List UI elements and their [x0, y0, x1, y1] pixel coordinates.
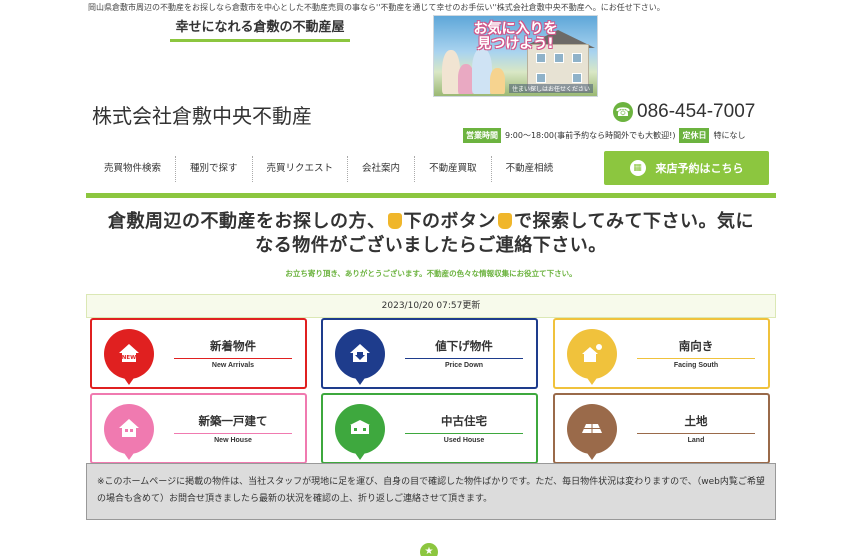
visit-reservation-button[interactable]: ▦ 来店予約はこちら [604, 151, 769, 185]
star-icon: ★ [420, 543, 438, 556]
category-title: 新着物件 [174, 338, 292, 359]
category-subtitle: Land [687, 437, 705, 444]
used-house-icon [335, 404, 385, 460]
nav-item-inheritance[interactable]: 不動産相続 [492, 156, 568, 182]
category-title: 中古住宅 [405, 413, 523, 434]
company-name[interactable]: 株式会社倉敷中央不動産 [92, 100, 312, 129]
category-subtitle: New Arrivals [211, 362, 255, 369]
update-timestamp: 2023/10/20 07:57更新 [86, 294, 776, 318]
pointing-hand-icon [387, 213, 402, 229]
category-land[interactable]: 土地 Land [553, 393, 770, 464]
site-tagline: 幸せになれる倉敷の不動産屋 [170, 16, 350, 42]
banner-text: お気に入りを 見つけよう! [473, 21, 558, 52]
calendar-icon: ▦ [629, 160, 646, 176]
page-subline: お立ち寄り頂き、ありがとうございます。不動産の色々な情報収集にお役立て下さい。 [285, 269, 577, 278]
category-new-arrivals[interactable]: NEW 新着物件 New Arrivals [90, 318, 307, 389]
phone-number: 086-454-7007 [637, 101, 756, 122]
svg-text:NEW: NEW [122, 355, 136, 361]
nav-item-request[interactable]: 売買リクエスト [253, 156, 349, 182]
category-new-house[interactable]: 新築一戸建て New House [90, 393, 307, 464]
nav-item-search[interactable]: 売買物件検索 [90, 156, 177, 182]
property-notice: ※このホームページに掲載の物件は、当社スタッフが現地に足を運び、自身の目で確認し… [86, 463, 776, 520]
category-title: 値下げ物件 [405, 338, 523, 359]
category-title: 新築一戸建て [174, 413, 292, 434]
category-subtitle: Price Down [444, 362, 484, 369]
category-facing-south[interactable]: 南向き Facing South [553, 318, 770, 389]
nav-item-by-type[interactable]: 種別で探す [176, 156, 253, 182]
new-house-icon: NEW [104, 329, 154, 385]
page-headline: 倉敷周辺の不動産をお探しの方、 下のボタン で探索してみて下さい。気に なる物件がご… [108, 211, 754, 256]
banner-caption: 住まい探しはお任せください [508, 84, 593, 93]
nav-item-company[interactable]: 会社案内 [348, 156, 416, 182]
hours-value: 9:00～18:00(事前予約なら時間外でも大歓迎!) [505, 131, 676, 140]
nav-item-purchase[interactable]: 不動産買取 [415, 156, 492, 182]
main-nav: 売買物件検索 種別で探す 売買リクエスト 会社案内 不動産買取 不動産相続 [90, 156, 567, 182]
banner-family-image [442, 48, 512, 94]
phone-contact[interactable]: ☎ 086-454-7007 [613, 101, 755, 123]
category-title: 南向き [637, 338, 755, 359]
business-hours: 営業時間 9:00～18:00(事前予約なら時間外でも大歓迎!) 定休日 特にな… [463, 128, 745, 143]
holiday-label: 定休日 [679, 128, 710, 143]
promo-banner[interactable]: お気に入りを 見つけよう! 住まい探しはお任せください [433, 15, 598, 97]
holiday-value: 特になし [713, 131, 746, 140]
nav-divider [86, 193, 776, 198]
category-subtitle: Used House [443, 437, 485, 444]
site-intro-text: 岡山県倉敷市周辺の不動産をお探しなら倉敷市を中心とした不動産売買の事なら''不動… [88, 3, 665, 12]
category-used-house[interactable]: 中古住宅 Used House [321, 393, 538, 464]
land-icon [567, 404, 617, 460]
price-down-icon [335, 329, 385, 385]
hours-label: 営業時間 [463, 128, 501, 143]
sun-house-icon [567, 329, 617, 385]
category-subtitle: New House [214, 437, 252, 444]
category-title: 土地 [637, 413, 755, 434]
pointing-hand-icon [498, 213, 513, 229]
phone-icon: ☎ [613, 102, 633, 122]
category-subtitle: Facing South [673, 362, 719, 369]
detached-house-icon [104, 404, 154, 460]
category-price-down[interactable]: 値下げ物件 Price Down [321, 318, 538, 389]
visit-button-label: 来店予約はこちら [655, 162, 744, 175]
